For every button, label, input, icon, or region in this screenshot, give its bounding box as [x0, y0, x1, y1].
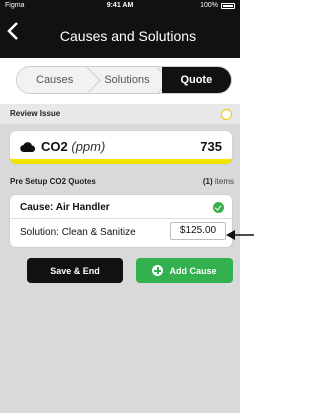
add-cause-button[interactable]: Add Cause	[136, 258, 233, 283]
quote-card: Cause: Air Handler Solution: Clean & San…	[10, 195, 232, 247]
tab-causes[interactable]: Causes	[17, 67, 92, 93]
nav-bar: Causes and Solutions	[0, 12, 240, 58]
cause-label: Cause: Air Handler	[20, 202, 110, 213]
metric-unit: (ppm)	[71, 139, 106, 154]
save-end-button[interactable]: Save & End	[27, 258, 123, 283]
battery-percent: 100%	[200, 2, 218, 9]
review-issue-label: Review Issue	[10, 109, 61, 118]
price-input[interactable]: $125.00	[170, 222, 226, 240]
quotes-count: (1) items	[202, 177, 234, 186]
metric-value: 735	[200, 139, 222, 154]
solution-label: Solution: Clean & Sanitize	[20, 227, 136, 238]
plus-circle-icon	[152, 265, 164, 276]
page-title: Causes and Solutions	[59, 28, 197, 44]
battery-indicator: 100%	[200, 2, 235, 9]
check-circle-icon	[213, 202, 224, 213]
battery-icon	[221, 2, 235, 9]
metric-name: CO2 (ppm)	[41, 139, 106, 154]
tab-quote[interactable]: Quote	[161, 67, 231, 93]
review-issue-header: Review Issue	[0, 104, 240, 124]
app-screen: Figma 9:41 AM 100% Causes and Solutions …	[0, 0, 240, 413]
cloud-icon	[20, 140, 36, 158]
status-bar: Figma 9:41 AM 100%	[0, 0, 240, 12]
quotes-label: Pre Setup CO2 Quotes	[10, 177, 96, 186]
quotes-header: Pre Setup CO2 Quotes (1) items	[0, 172, 240, 190]
reading-card[interactable]: CO2 (ppm) 735	[10, 131, 232, 164]
arrow-left-icon	[226, 230, 254, 240]
cause-row[interactable]: Cause: Air Handler	[10, 195, 232, 219]
status-circle-icon	[221, 109, 232, 120]
tab-solutions[interactable]: Solutions	[92, 67, 161, 93]
tab-bar-area: Causes Solutions Quote	[0, 58, 240, 104]
segmented-tabs: Causes Solutions Quote	[16, 66, 232, 94]
